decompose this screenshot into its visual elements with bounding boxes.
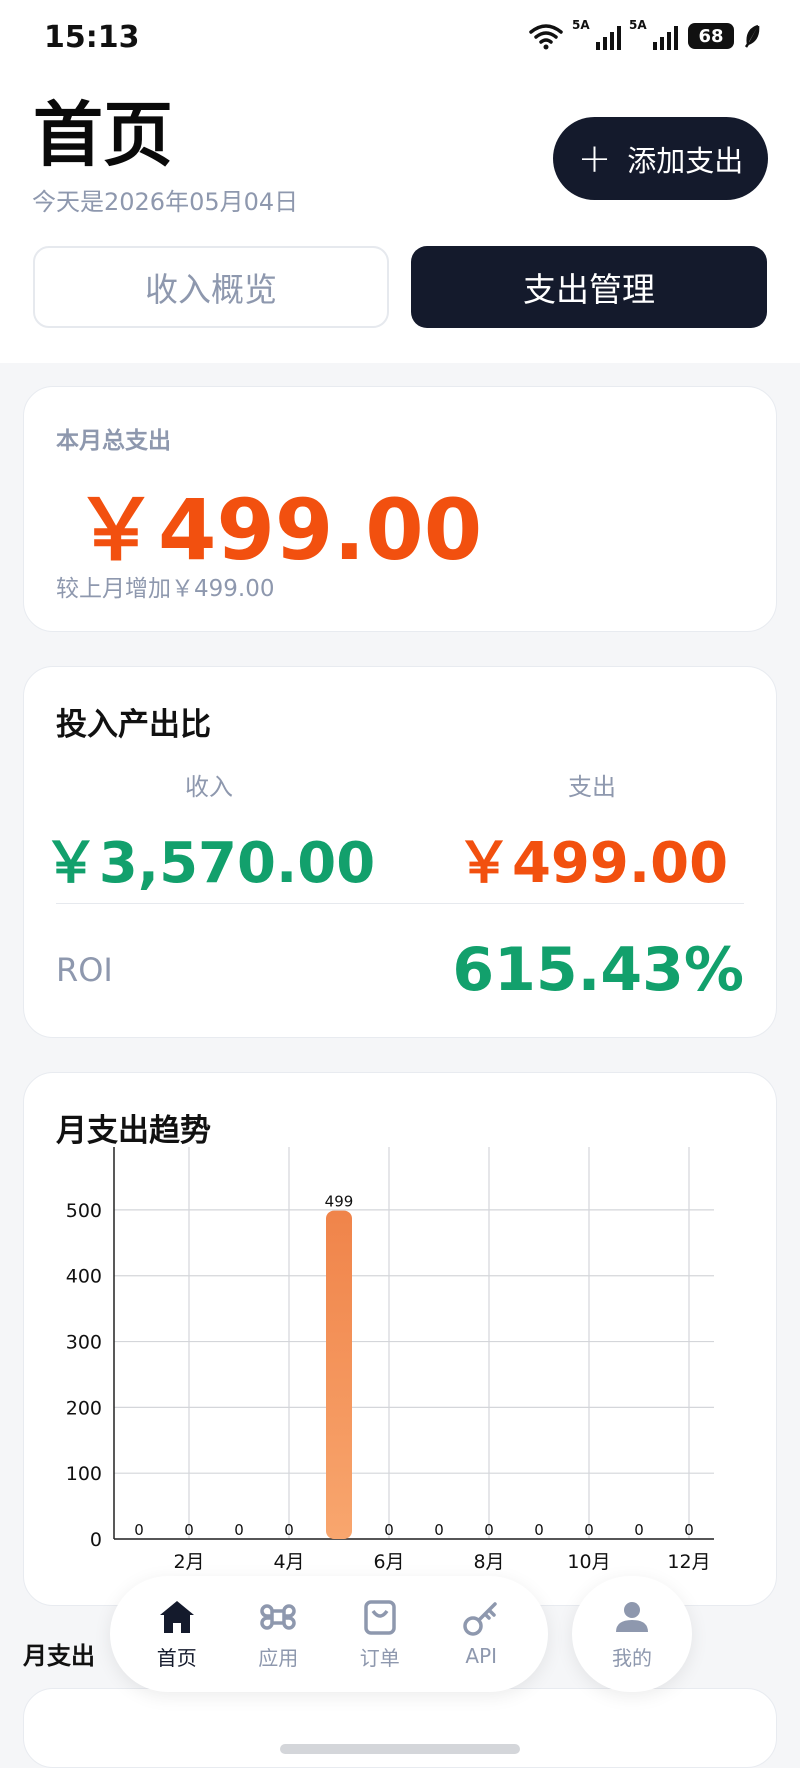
tab-income-overview[interactable]: 收入概览	[33, 246, 389, 328]
y-tick-label: 0	[90, 1529, 102, 1551]
chart-bar	[326, 1210, 352, 1539]
bar-data-label: 0	[234, 1521, 244, 1539]
nav-item-me[interactable]: 我的	[572, 1576, 692, 1692]
income-label: 收入	[185, 773, 233, 801]
signal-icon: 5A	[629, 18, 678, 50]
plus-icon: +	[577, 135, 612, 182]
monthly-change-text: 较上月增加￥499.00	[56, 576, 275, 602]
expense-column: 支出 ￥499.00	[407, 767, 777, 899]
x-tick-label: 8月	[473, 1551, 504, 1573]
nav-item-api[interactable]: API	[433, 1600, 529, 1668]
nav-label: API	[465, 1644, 498, 1668]
y-tick-label: 200	[66, 1397, 102, 1419]
monthly-total-amount: ￥499.00	[74, 481, 483, 579]
bar-data-label: 0	[434, 1521, 444, 1539]
x-tick-label: 6月	[373, 1551, 404, 1573]
nav-label: 首页	[156, 1645, 197, 1670]
page-title: 首页	[33, 94, 173, 176]
bar-data-label: 0	[134, 1521, 144, 1539]
nav-item-apps[interactable]: 应用	[230, 1598, 326, 1671]
trend-chart-card: 月支出趋势 0 100 200 300 400 500 2月 4月 6月 8月 10月 12月 0 0 0 0…	[23, 1072, 777, 1606]
command-icon	[260, 1603, 296, 1630]
bar-data-label: 0	[634, 1521, 644, 1539]
monthly-total-label: 本月总支出	[56, 428, 171, 454]
nav-label: 订单	[359, 1645, 400, 1670]
bar-data-label: 0	[384, 1521, 394, 1539]
add-expense-button[interactable]: + 添加支出	[553, 117, 768, 200]
battery-icon: 68	[688, 23, 734, 49]
bar-data-label: 0	[484, 1521, 494, 1539]
bar-data-label: 499	[325, 1193, 354, 1211]
section-label: 月支出	[23, 1642, 95, 1670]
divider	[56, 903, 744, 904]
roi-card-title: 投入产出比	[56, 707, 211, 743]
bar-data-label: 0	[284, 1521, 294, 1539]
tab-expense-management[interactable]: 支出管理	[411, 246, 767, 328]
status-icons: 5A 5A 68	[528, 18, 760, 50]
bottom-nav: 首页 应用 订单 API	[110, 1576, 548, 1692]
page-date: 今天是2026年05月04日	[32, 188, 299, 216]
status-bar: 15:13 5A 5A 68	[0, 0, 800, 78]
roi-label: ROI	[56, 951, 113, 989]
nav-item-orders[interactable]: 订单	[332, 1598, 428, 1671]
bag-icon	[364, 1599, 396, 1635]
expense-label: 支出	[568, 773, 616, 801]
nav-label: 应用	[258, 1645, 299, 1670]
home-icon	[159, 1600, 194, 1633]
add-expense-label: 添加支出	[627, 143, 744, 178]
expense-value: ￥499.00	[455, 831, 729, 896]
y-tick-label: 100	[66, 1463, 102, 1485]
bar-data-label: 0	[534, 1521, 544, 1539]
wifi-icon	[529, 24, 563, 50]
x-tick-label: 12月	[667, 1551, 710, 1573]
header: 首页 今天是2026年05月04日 + 添加支出 收入概览 支出管理	[0, 78, 800, 363]
x-tick-label: 2月	[173, 1551, 204, 1573]
monthly-expense-chart: 0 100 200 300 400 500 2月 4月 6月 8月 10月 12月 0 0 0 0 499 0 0 0…	[66, 1147, 714, 1573]
y-tick-label: 300	[66, 1332, 102, 1354]
status-time: 15:13	[44, 20, 140, 55]
roi-value: 615.43%	[452, 935, 744, 1005]
nav-label: 我的	[612, 1645, 652, 1670]
roi-card: 投入产出比 收入 ￥3,570.00 支出 ￥499.00 ROI 615.43…	[23, 666, 777, 1038]
x-tick-label: 10月	[567, 1551, 610, 1573]
leaf-icon	[744, 24, 760, 48]
y-tick-label: 500	[66, 1200, 102, 1222]
monthly-total-card: 本月总支出 ￥499.00 较上月增加￥499.00	[23, 386, 777, 632]
signal-icon: 5A	[572, 18, 621, 50]
x-tick-label: 4月	[273, 1551, 304, 1573]
nav-item-home[interactable]: 首页	[129, 1598, 225, 1671]
income-value: ￥3,570.00	[42, 831, 376, 896]
y-tick-label: 400	[66, 1266, 102, 1288]
monthly-expense-card	[23, 1688, 777, 1768]
bar-data-label: 0	[684, 1521, 694, 1539]
home-indicator	[280, 1744, 520, 1754]
user-icon	[616, 1601, 648, 1632]
key-icon	[463, 1602, 497, 1636]
income-column: 收入 ￥3,570.00	[24, 767, 394, 899]
bar-data-label: 0	[584, 1521, 594, 1539]
bar-data-label: 0	[184, 1521, 194, 1539]
